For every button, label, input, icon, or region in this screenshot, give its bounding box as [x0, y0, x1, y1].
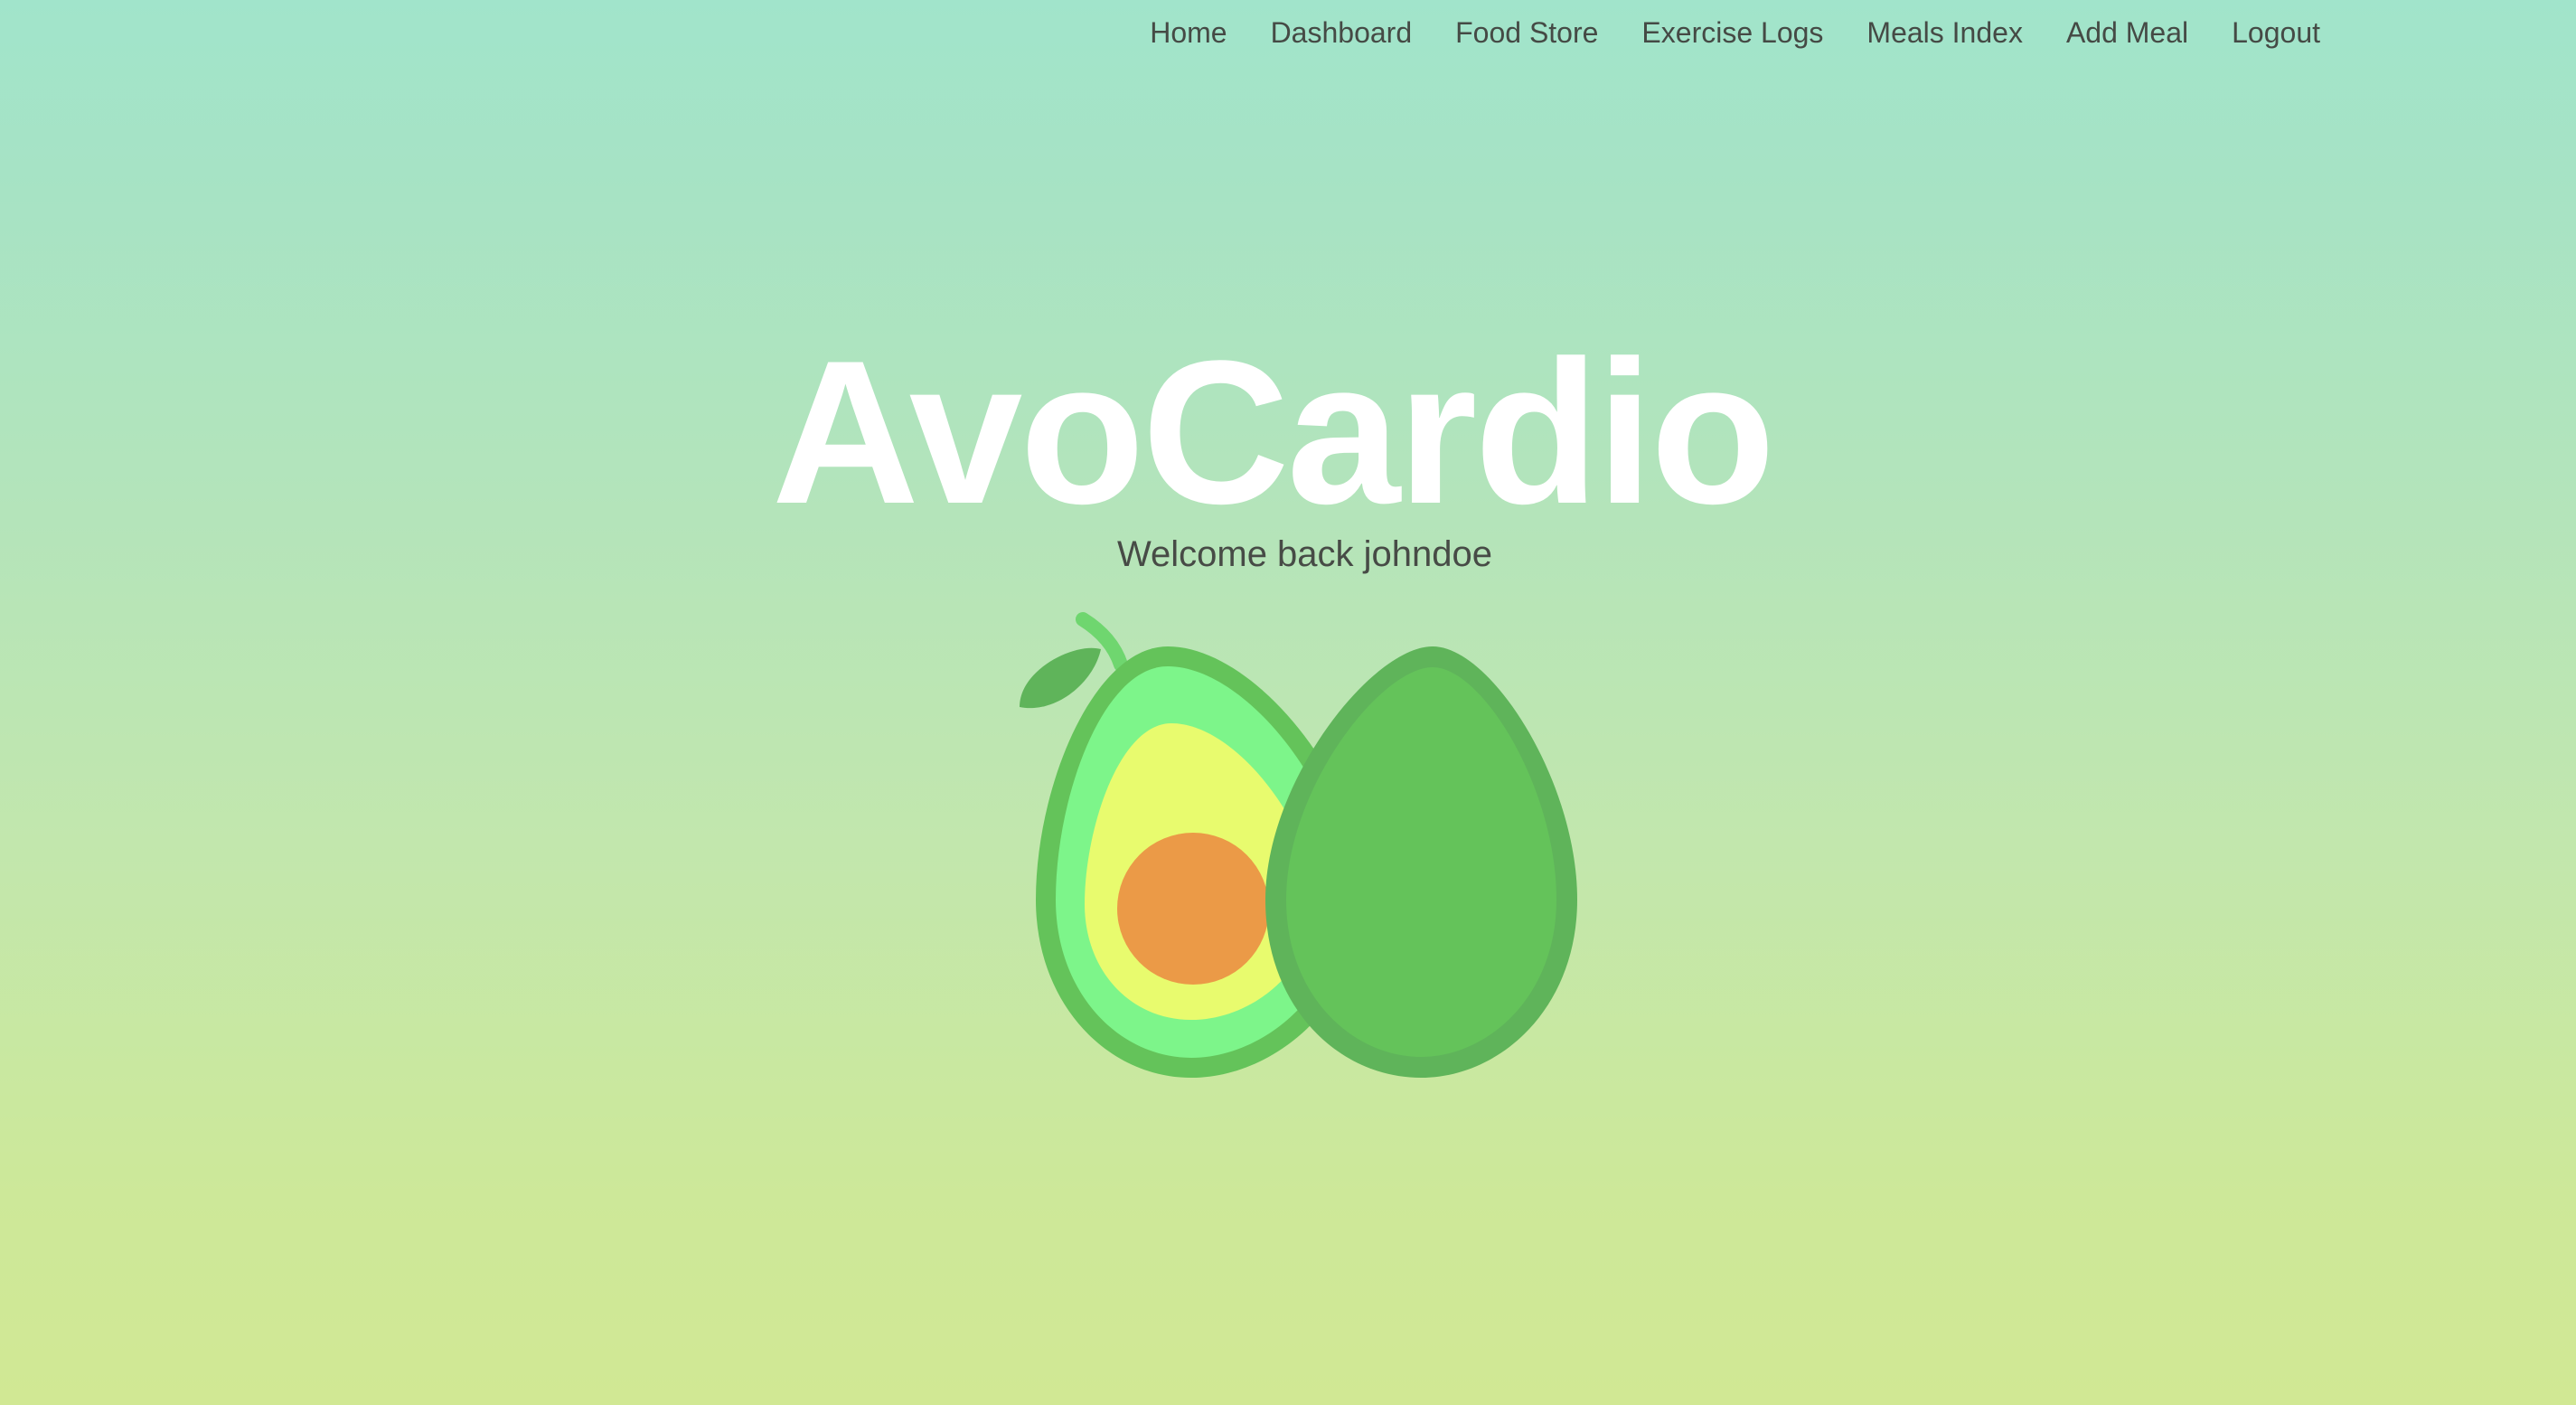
- page-title: AvoCardio: [771, 317, 1775, 546]
- nav-link-meals-index[interactable]: Meals Index: [1866, 13, 2023, 52]
- top-navigation: Home Dashboard Food Store Exercise Logs …: [1150, 13, 2320, 52]
- nav-link-logout[interactable]: Logout: [2232, 13, 2320, 52]
- welcome-message: Welcome back johndoe: [1116, 534, 1493, 574]
- nav-link-add-meal[interactable]: Add Meal: [2066, 13, 2188, 52]
- nav-link-exercise-logs[interactable]: Exercise Logs: [1641, 13, 1823, 52]
- hero-section: AvoCardio Welcome back johndoe: [0, 317, 2576, 577]
- nav-link-dashboard[interactable]: Dashboard: [1271, 13, 1413, 52]
- nav-link-home[interactable]: Home: [1150, 13, 1227, 52]
- avocado-icon: [1020, 612, 1577, 1078]
- nav-link-food-store[interactable]: Food Store: [1455, 13, 1598, 52]
